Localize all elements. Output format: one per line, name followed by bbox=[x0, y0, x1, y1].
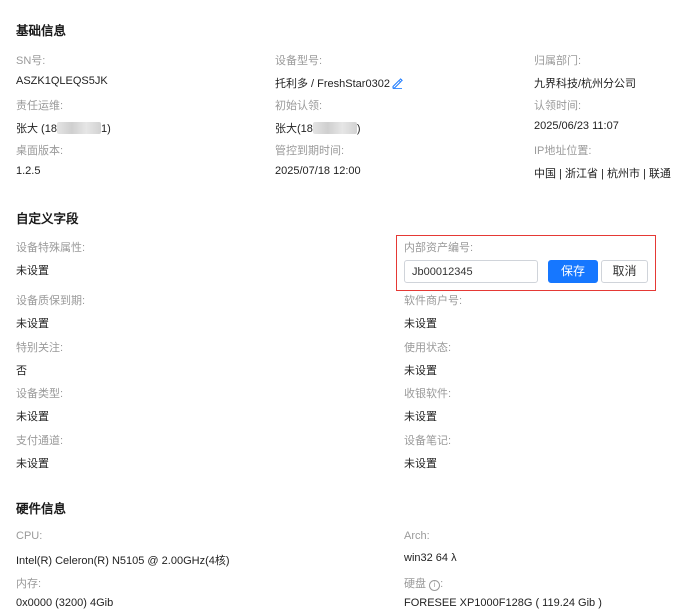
cashier-software-value: 未设置 bbox=[404, 411, 437, 423]
basic-info-title: 基础信息 bbox=[16, 24, 67, 38]
special-attr-label: 设备特殊属性: bbox=[16, 242, 86, 254]
disk-value: FORESEE XP1000F128G ( 119.24 Gib ) bbox=[404, 597, 602, 609]
usage-status-value: 未设置 bbox=[404, 365, 437, 377]
claim-time-value: 2025/06/23 11:07 bbox=[534, 120, 619, 132]
model-label: 设备型号: bbox=[275, 55, 323, 67]
memory-value: 0x0000 (3200) 4Gib bbox=[16, 597, 114, 609]
device-notes-label: 设备笔记: bbox=[404, 435, 452, 447]
special-attention-value: 否 bbox=[16, 365, 27, 377]
sn-label: SN号: bbox=[16, 55, 46, 67]
department-value: 九界科技/杭州分公司 bbox=[534, 78, 637, 90]
desktop-version-label: 桌面版本: bbox=[16, 145, 64, 157]
software-merchant-value: 未设置 bbox=[404, 318, 437, 330]
responsible-ops-suffix: 1) bbox=[100, 123, 111, 135]
model-value-row: 托利多 / FreshStar0302 bbox=[275, 75, 403, 91]
custom-fields-title: 自定义字段 bbox=[16, 212, 79, 226]
responsible-ops-value: 张大 (18 1) bbox=[16, 120, 111, 136]
disk-label-colon: : bbox=[440, 578, 444, 590]
save-button[interactable]: 保存 bbox=[548, 260, 598, 283]
ip-location-value: 中国 | 浙江省 | 杭州市 | 联通 bbox=[534, 168, 671, 180]
device-type-label: 设备类型: bbox=[16, 388, 64, 400]
initial-claim-name: 张大(18 bbox=[275, 123, 313, 135]
memory-label: 内存: bbox=[16, 578, 42, 590]
device-type-value: 未设置 bbox=[16, 411, 49, 423]
usage-status-label: 使用状态: bbox=[404, 342, 452, 354]
disk-label: 硬盘 bbox=[404, 578, 426, 590]
edit-pencil-icon[interactable] bbox=[391, 77, 403, 89]
model-value: 托利多 / FreshStar0302 bbox=[275, 78, 390, 90]
cpu-value: Intel(R) Celeron(R) N5105 @ 2.00GHz(4核) bbox=[16, 555, 230, 567]
special-attr-value: 未设置 bbox=[16, 265, 49, 277]
responsible-ops-label: 责任运维: bbox=[16, 100, 64, 112]
initial-claim-value: 张大(18) bbox=[275, 120, 361, 136]
managed-expiry-value: 2025/07/18 12:00 bbox=[275, 165, 361, 177]
claim-time-label: 认领时间: bbox=[534, 100, 582, 112]
sn-value: ASZK1QLEQS5JK bbox=[16, 75, 108, 87]
desktop-version-value: 1.2.5 bbox=[16, 165, 41, 177]
asset-no-label: 内部资产编号: bbox=[404, 242, 474, 254]
ip-location-label: IP地址位置: bbox=[534, 145, 592, 157]
cashier-software-label: 收银软件: bbox=[404, 388, 452, 400]
redacted-phone-mask bbox=[56, 122, 101, 134]
redacted-phone-mask bbox=[312, 122, 357, 134]
warranty-value: 未设置 bbox=[16, 318, 49, 330]
arch-value: win32 64 λ bbox=[404, 552, 457, 564]
special-attention-label: 特别关注: bbox=[16, 342, 64, 354]
cpu-label: CPU: bbox=[16, 530, 43, 542]
responsible-ops-name: 张大 (18 bbox=[16, 123, 57, 135]
payment-channel-value: 未设置 bbox=[16, 458, 49, 470]
cancel-button[interactable]: 取消 bbox=[601, 260, 648, 283]
warranty-label: 设备质保到期: bbox=[16, 295, 86, 307]
department-label: 归属部门: bbox=[534, 55, 582, 67]
software-merchant-label: 软件商户号: bbox=[404, 295, 463, 307]
disk-label-row: 硬盘 i: bbox=[404, 575, 443, 591]
asset-no-input[interactable] bbox=[404, 260, 538, 283]
initial-claim-suffix: ) bbox=[356, 123, 361, 135]
payment-channel-label: 支付通道: bbox=[16, 435, 64, 447]
info-circle-icon[interactable]: i bbox=[429, 580, 441, 591]
initial-claim-label: 初始认领: bbox=[275, 100, 323, 112]
device-notes-value: 未设置 bbox=[404, 458, 437, 470]
arch-label: Arch: bbox=[404, 530, 430, 542]
hardware-info-title: 硬件信息 bbox=[16, 502, 67, 516]
managed-expiry-label: 管控到期时间: bbox=[275, 145, 345, 157]
